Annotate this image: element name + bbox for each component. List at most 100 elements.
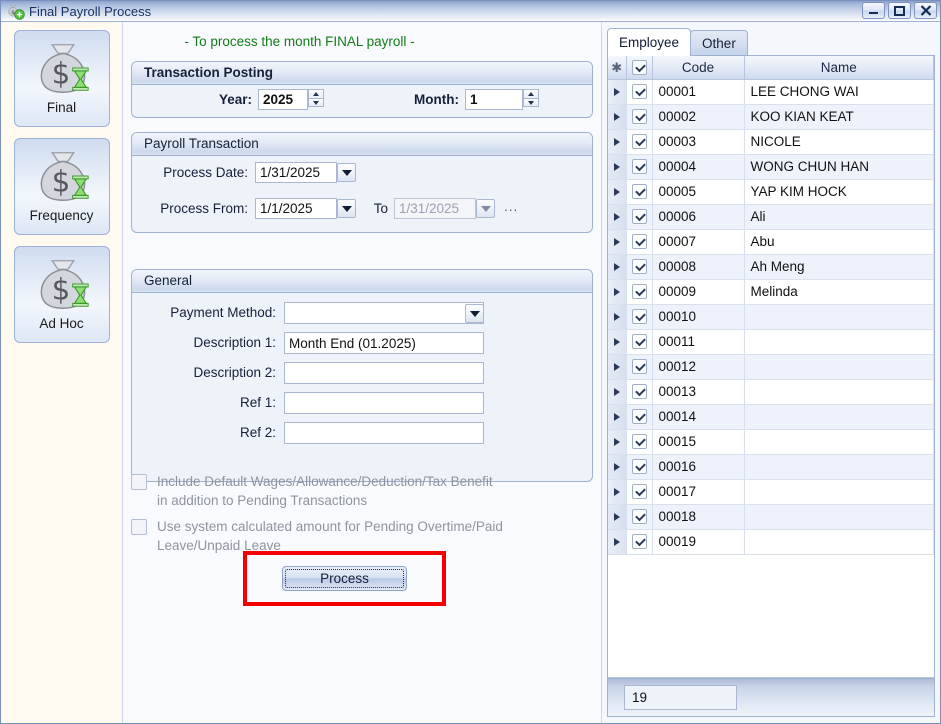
row-select-cell[interactable]: [626, 429, 652, 454]
row-indicator[interactable]: [608, 179, 626, 204]
row-select-cell[interactable]: [626, 204, 652, 229]
rail-button-frequency[interactable]: $ Frequency: [14, 138, 110, 235]
row-select-cell[interactable]: [626, 104, 652, 129]
cell-code[interactable]: 00019: [652, 529, 744, 554]
row-indicator[interactable]: [608, 529, 626, 554]
table-row[interactable]: 00008Ah Meng: [608, 254, 934, 279]
cell-code[interactable]: 00002: [652, 104, 744, 129]
table-row[interactable]: 00009Melinda: [608, 279, 934, 304]
process-date-dropdown-icon[interactable]: [337, 163, 356, 182]
table-row[interactable]: 00012: [608, 354, 934, 379]
row-select-cell[interactable]: [626, 404, 652, 429]
row-select-cell[interactable]: [626, 454, 652, 479]
row-checkbox[interactable]: [632, 434, 647, 449]
cell-code[interactable]: 00017: [652, 479, 744, 504]
cell-code[interactable]: 00006: [652, 204, 744, 229]
row-indicator[interactable]: [608, 429, 626, 454]
row-checkbox[interactable]: [632, 509, 647, 524]
cell-name[interactable]: [744, 404, 934, 429]
row-indicator[interactable]: [608, 104, 626, 129]
column-header-name[interactable]: Name: [744, 56, 934, 79]
cell-code[interactable]: 00011: [652, 329, 744, 354]
row-select-cell[interactable]: [626, 354, 652, 379]
row-indicator[interactable]: [608, 379, 626, 404]
row-select-cell[interactable]: [626, 254, 652, 279]
table-row[interactable]: 00019: [608, 529, 934, 554]
row-checkbox[interactable]: [632, 84, 647, 99]
to-date-input[interactable]: 1/31/2025: [394, 198, 476, 219]
table-row[interactable]: 00018: [608, 504, 934, 529]
row-checkbox[interactable]: [632, 309, 647, 324]
table-row[interactable]: 00005YAP KIM HOCK: [608, 179, 934, 204]
row-indicator[interactable]: [608, 129, 626, 154]
process-date-input[interactable]: 1/31/2025: [255, 162, 337, 183]
cell-name[interactable]: [744, 329, 934, 354]
use-system-calculated-option[interactable]: Use system calculated amount for Pending…: [131, 517, 551, 555]
row-checkbox[interactable]: [632, 209, 647, 224]
cell-name[interactable]: [744, 479, 934, 504]
row-select-cell[interactable]: [626, 279, 652, 304]
row-select-cell[interactable]: [626, 504, 652, 529]
cell-code[interactable]: 00007: [652, 229, 744, 254]
row-checkbox[interactable]: [632, 184, 647, 199]
column-header-code[interactable]: Code: [652, 56, 744, 79]
cell-name[interactable]: YAP KIM HOCK: [744, 179, 934, 204]
payment-method-input[interactable]: [284, 302, 484, 324]
cell-code[interactable]: 00009: [652, 279, 744, 304]
rail-button-final[interactable]: $ Final: [14, 30, 110, 127]
tab-other[interactable]: Other: [690, 30, 748, 56]
table-row[interactable]: 00015: [608, 429, 934, 454]
row-indicator[interactable]: [608, 254, 626, 279]
table-row[interactable]: 00017: [608, 479, 934, 504]
row-checkbox[interactable]: [632, 534, 647, 549]
row-checkbox[interactable]: [632, 259, 647, 274]
row-checkbox[interactable]: [632, 334, 647, 349]
cell-name[interactable]: NICOLE: [744, 129, 934, 154]
row-checkbox[interactable]: [632, 359, 647, 374]
row-select-cell[interactable]: [626, 479, 652, 504]
month-spinner[interactable]: [523, 89, 539, 107]
cell-name[interactable]: KOO KIAN KEAT: [744, 104, 934, 129]
table-row[interactable]: 00003NICOLE: [608, 129, 934, 154]
cell-name[interactable]: Melinda: [744, 279, 934, 304]
year-spinner[interactable]: [308, 89, 324, 107]
cell-code[interactable]: 00015: [652, 429, 744, 454]
row-select-cell[interactable]: [626, 329, 652, 354]
cell-name[interactable]: Ah Meng: [744, 254, 934, 279]
cell-code[interactable]: 00005: [652, 179, 744, 204]
row-select-cell[interactable]: [626, 154, 652, 179]
cell-name[interactable]: WONG CHUN HAN: [744, 154, 934, 179]
row-checkbox[interactable]: [632, 109, 647, 124]
include-default-option[interactable]: Include Default Wages/Allowance/Deductio…: [131, 472, 551, 510]
cell-name[interactable]: [744, 304, 934, 329]
year-spinner-down[interactable]: [308, 98, 324, 107]
table-row[interactable]: 00010: [608, 304, 934, 329]
cell-name[interactable]: Abu: [744, 229, 934, 254]
cell-code[interactable]: 00013: [652, 379, 744, 404]
cell-code[interactable]: 00018: [652, 504, 744, 529]
row-checkbox[interactable]: [632, 384, 647, 399]
year-spinner-up[interactable]: [308, 89, 324, 98]
cell-code[interactable]: 00010: [652, 304, 744, 329]
row-select-cell[interactable]: [626, 179, 652, 204]
row-select-cell[interactable]: [626, 229, 652, 254]
table-row[interactable]: 00014: [608, 404, 934, 429]
cell-name[interactable]: LEE CHONG WAI: [744, 79, 934, 104]
cell-code[interactable]: 00016: [652, 454, 744, 479]
description2-input[interactable]: [284, 362, 484, 384]
row-indicator[interactable]: [608, 304, 626, 329]
row-select-cell[interactable]: [626, 129, 652, 154]
minimize-button[interactable]: [862, 2, 885, 19]
row-select-cell[interactable]: [626, 304, 652, 329]
cell-name[interactable]: [744, 454, 934, 479]
to-date-more-button[interactable]: ...: [504, 199, 518, 214]
payment-method-dropdown-icon[interactable]: [465, 304, 484, 323]
use-system-calculated-checkbox[interactable]: [131, 519, 147, 535]
row-indicator[interactable]: [608, 154, 626, 179]
cell-code[interactable]: 00008: [652, 254, 744, 279]
to-date-dropdown-icon[interactable]: [476, 199, 495, 218]
column-header-select-all[interactable]: [626, 56, 652, 79]
row-checkbox[interactable]: [632, 234, 647, 249]
row-indicator[interactable]: [608, 504, 626, 529]
row-checkbox[interactable]: [632, 459, 647, 474]
